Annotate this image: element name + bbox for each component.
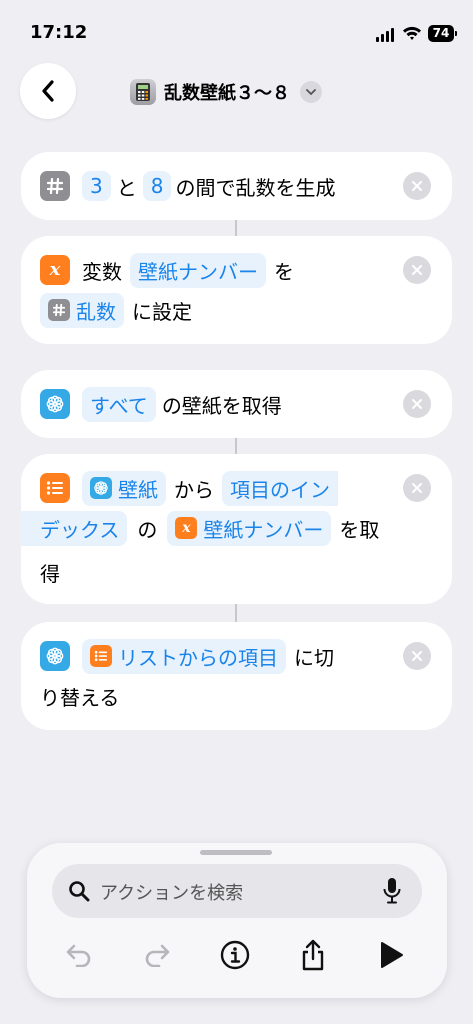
list-item-label: リストからの項目	[118, 645, 278, 670]
action-set-wallpaper[interactable]: リストからの項目 に切 り替える	[21, 622, 452, 730]
redo-button[interactable]	[137, 935, 177, 975]
wallpaper-icon	[90, 477, 112, 499]
get-suffix: の壁紙を取得	[161, 393, 282, 418]
text-from: から	[174, 477, 214, 502]
switch-suffix-end: り替える	[40, 685, 120, 710]
action-set-variable[interactable]: x 変数 壁紙ナンバー を 乱数 に設定	[21, 236, 452, 344]
item-type-token-line1[interactable]: 項目のイン	[222, 470, 338, 506]
share-icon	[302, 939, 324, 971]
variable-icon: x	[40, 255, 70, 285]
variable-icon: x	[175, 517, 198, 539]
remove-action-button[interactable]	[403, 172, 431, 200]
text-and: と	[116, 175, 137, 200]
close-icon	[412, 265, 422, 275]
close-icon	[412, 181, 422, 191]
action-get-wallpapers[interactable]: すべて の壁紙を取得	[21, 370, 452, 438]
connector-line	[235, 604, 237, 622]
run-button[interactable]	[371, 935, 411, 975]
list-icon	[90, 645, 112, 667]
source-list-token[interactable]: 壁紙	[82, 470, 166, 506]
source-list-label: 壁紙	[118, 477, 158, 502]
item-type-token-line2[interactable]: デックス	[21, 510, 128, 546]
undo-button[interactable]	[59, 935, 99, 975]
play-icon	[381, 942, 403, 968]
index-variable-label: 壁紙ナンバー	[203, 517, 324, 542]
sheet-grabber[interactable]	[200, 850, 272, 855]
remove-action-button[interactable]	[403, 642, 431, 670]
info-button[interactable]	[215, 935, 255, 975]
info-icon	[220, 940, 250, 970]
search-placeholder: アクションを検索	[100, 883, 244, 904]
close-icon	[412, 399, 422, 409]
status-time: 17:12	[30, 22, 88, 43]
action-random-number[interactable]: 3 と 8 の間で乱数を生成	[21, 152, 452, 220]
share-button[interactable]	[293, 935, 333, 975]
number-icon	[40, 171, 70, 201]
action-search-sheet: アクションを検索	[27, 843, 447, 998]
chevron-left-icon	[42, 80, 54, 102]
battery-indicator: 74	[428, 25, 457, 42]
remove-action-button[interactable]	[403, 256, 431, 284]
wallpaper-scope-token[interactable]: すべて	[82, 386, 156, 422]
redo-icon	[145, 944, 170, 967]
wallpaper-icon	[40, 641, 70, 671]
index-variable-token[interactable]: x 壁紙ナンバー	[167, 510, 332, 546]
action-search-field[interactable]: アクションを検索	[52, 864, 422, 918]
number-icon	[48, 299, 70, 321]
close-icon	[412, 483, 422, 493]
close-icon	[412, 651, 422, 661]
text-particle: を	[274, 259, 294, 284]
chevron-down-icon[interactable]	[300, 81, 322, 103]
set-suffix: に設定	[132, 299, 192, 324]
action-get-item-from-list[interactable]: 壁紙 から 項目のイン デックス の x 壁紙ナンバー を取 得	[21, 454, 452, 604]
list-item-token[interactable]: リストからの項目	[82, 638, 286, 674]
status-bar: 17:12 74	[0, 0, 473, 60]
variable-value-token[interactable]: 乱数	[40, 292, 124, 328]
remove-action-button[interactable]	[403, 390, 431, 418]
variable-value-label: 乱数	[76, 299, 116, 324]
max-value-token[interactable]: 8	[142, 171, 172, 201]
shortcut-title-menu[interactable]: 乱数壁紙３〜８	[130, 77, 322, 107]
variable-label: 変数	[82, 259, 122, 284]
min-value-token[interactable]: 3	[82, 171, 111, 201]
text-no: の	[137, 517, 158, 542]
calculator-icon	[130, 79, 156, 105]
wifi-icon	[403, 26, 421, 40]
remove-action-button[interactable]	[403, 474, 431, 502]
connector-line	[235, 438, 237, 454]
undo-icon	[66, 944, 91, 967]
get-item-suffix: を取	[339, 517, 380, 542]
list-icon	[40, 473, 70, 503]
microphone-icon[interactable]	[382, 877, 402, 905]
connector-line	[235, 220, 237, 236]
switch-suffix: に切	[294, 645, 334, 670]
cellular-signal-icon	[376, 28, 396, 42]
wallpaper-icon	[40, 389, 70, 419]
variable-name-token[interactable]: 壁紙ナンバー	[130, 252, 266, 288]
search-icon	[69, 881, 90, 902]
shortcut-title: 乱数壁紙３〜８	[164, 83, 290, 104]
get-item-suffix-end: 得	[40, 561, 60, 586]
back-button[interactable]	[20, 63, 76, 119]
random-suffix: の間で乱数を生成	[175, 175, 336, 200]
